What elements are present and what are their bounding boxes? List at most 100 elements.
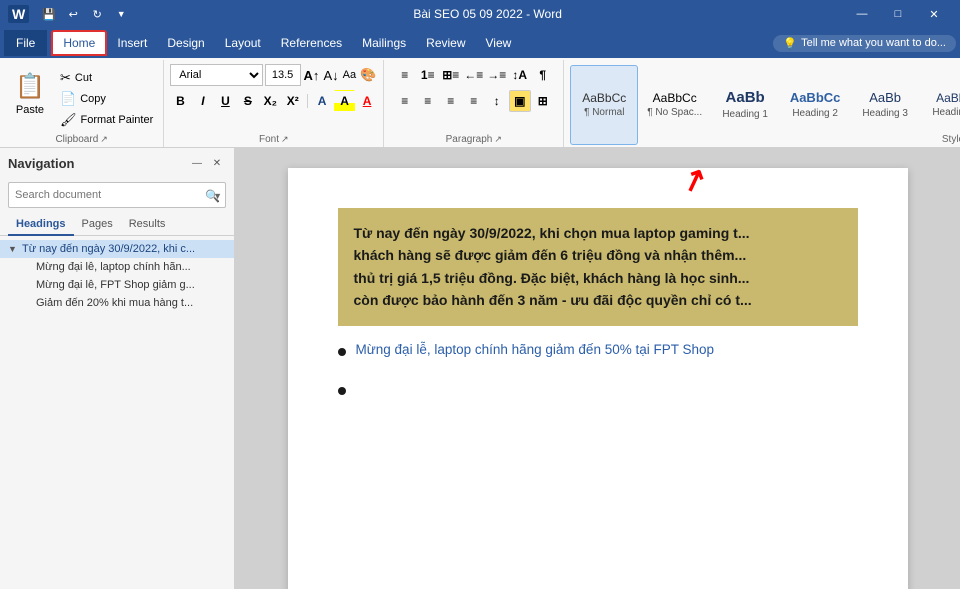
copy-button[interactable]: 📄 Copy [56, 89, 157, 109]
close-button[interactable]: ✕ [916, 0, 952, 28]
show-hide-button[interactable]: ¶ [532, 64, 554, 86]
menu-item-file[interactable]: File [4, 30, 47, 56]
font-color-button[interactable]: A [357, 90, 377, 112]
menu-item-review[interactable]: Review [416, 30, 475, 56]
menu-item-references[interactable]: References [271, 30, 352, 56]
align-left-button[interactable]: ≡ [394, 90, 416, 112]
nav-tab-pages[interactable]: Pages [74, 214, 121, 236]
align-right-button[interactable]: ≡ [440, 90, 462, 112]
menu-item-insert[interactable]: Insert [107, 30, 157, 56]
format-painter-label: Format Painter [81, 114, 154, 126]
text-highlight-color-button[interactable]: 🎨 [359, 65, 377, 85]
format-painter-button[interactable]: 🖌 Format Painter [56, 110, 157, 130]
format-painter-icon: 🖌 [60, 112, 77, 128]
style-heading3-label: Heading 3 [862, 108, 908, 119]
lightbulb-icon: 💡 [783, 37, 797, 50]
font-row1: Arial A↑ A↓ Aa 🎨 [170, 64, 377, 86]
style-normal-preview: AaBbCc [582, 91, 626, 105]
borders-button[interactable]: ⊞ [532, 90, 554, 112]
search-input[interactable] [8, 182, 226, 208]
search-dropdown-icon[interactable]: ▼ [213, 191, 222, 201]
nav-item-0[interactable]: ▼ Từ nay đến ngày 30/9/2022, khi c... [0, 240, 234, 258]
clipboard-items: ✂ Cut 📄 Copy 🖌 Format Painter [56, 64, 157, 130]
style-no-spacing[interactable]: AaBbCc ¶ No Spac... [640, 65, 709, 145]
nav-tabs: Headings Pages Results [0, 214, 234, 236]
shading-button[interactable]: ▣ [509, 90, 531, 112]
font-expand-icon[interactable]: ↗ [281, 134, 289, 145]
nav-header: Navigation — ✕ [0, 148, 234, 178]
nav-minimize-button[interactable]: — [188, 154, 206, 172]
text-highlight-button[interactable]: A [334, 90, 354, 112]
document-title: Bài SEO 05 09 2022 - Word [131, 7, 844, 21]
increase-indent-button[interactable]: →≡ [486, 64, 508, 86]
font-group: Arial A↑ A↓ Aa 🎨 B I U S X₂ X² A A A [164, 60, 384, 147]
menu-item-layout[interactable]: Layout [215, 30, 271, 56]
menu-item-view[interactable]: View [476, 30, 522, 56]
paragraph-expand-icon[interactable]: ↗ [494, 134, 502, 145]
bold-button[interactable]: B [170, 90, 190, 112]
nav-tab-headings[interactable]: Headings [8, 214, 74, 236]
justify-button[interactable]: ≡ [463, 90, 485, 112]
underline-button[interactable]: U [215, 90, 235, 112]
menu-item-mailings[interactable]: Mailings [352, 30, 416, 56]
strikethrough-button[interactable]: S [238, 90, 258, 112]
line-spacing-button[interactable]: ↕ [486, 90, 508, 112]
font-size-input[interactable] [265, 64, 301, 86]
bullet-link-1[interactable]: Mừng đại lễ, laptop chính hãng giảm đến … [356, 342, 715, 357]
style-heading-more[interactable]: AaBbC Heading... [921, 65, 960, 145]
nav-close-button[interactable]: ✕ [208, 154, 226, 172]
menu-item-home[interactable]: Home [51, 30, 107, 56]
multilevel-list-button[interactable]: ⊞≡ [440, 64, 462, 86]
tell-me-input[interactable]: 💡 Tell me what you want to do... [773, 35, 956, 52]
styles-items: AaBbCc ¶ Normal AaBbCc ¶ No Spac... AaBb… [570, 65, 960, 145]
paragraph-label: Paragraph ↗ [446, 132, 502, 145]
align-center-button[interactable]: ≡ [417, 90, 439, 112]
nav-item-1[interactable]: Mừng đại lễ, laptop chính hãn... [0, 258, 234, 276]
redo-icon[interactable]: ↻ [87, 4, 107, 24]
customize-qa-icon[interactable]: ▼ [111, 4, 131, 24]
decrease-indent-button[interactable]: ←≡ [463, 64, 485, 86]
para-controls: ≡ 1≡ ⊞≡ ←≡ →≡ ↕A ¶ ≡ ≡ ≡ ≡ ↕ ▣ ⊞ [394, 64, 554, 114]
paste-button[interactable]: 📋 Paste [6, 64, 54, 120]
style-heading3[interactable]: AaBb Heading 3 [851, 65, 919, 145]
text-effects-button[interactable]: A [312, 90, 332, 112]
numbering-button[interactable]: 1≡ [417, 64, 439, 86]
maximize-button[interactable]: □ [880, 0, 916, 28]
cut-button[interactable]: ✂ Cut [56, 68, 157, 88]
minimize-button[interactable]: — [844, 0, 880, 28]
font-label: Font ↗ [259, 132, 289, 145]
sort-button[interactable]: ↕A [509, 64, 531, 86]
italic-button[interactable]: I [193, 90, 213, 112]
bullet-section: Mừng đại lễ, laptop chính hãng giảm đến … [338, 342, 858, 395]
title-bar: W 💾 ↩ ↻ ▼ Bài SEO 05 09 2022 - Word — □ … [0, 0, 960, 28]
bullets-button[interactable]: ≡ [394, 64, 416, 86]
style-normal[interactable]: AaBbCc ¶ Normal [570, 65, 638, 145]
nav-tab-results[interactable]: Results [121, 214, 174, 236]
navigation-panel: Navigation — ✕ 🔍 ▼ Headings Pages Result… [0, 148, 235, 589]
cut-label: Cut [75, 72, 92, 84]
superscript-button[interactable]: X² [283, 90, 303, 112]
style-heading2-preview: AaBbCc [790, 90, 841, 106]
nav-controls: — ✕ [188, 154, 226, 172]
paste-icon: 📋 [12, 68, 48, 104]
menu-item-design[interactable]: Design [157, 30, 214, 56]
bullet-item-2 [338, 381, 858, 395]
clipboard-expand-icon[interactable]: ↗ [100, 134, 108, 145]
tell-me-text: Tell me what you want to do... [801, 37, 946, 49]
para-row1: ≡ 1≡ ⊞≡ ←≡ →≡ ↕A ¶ [394, 64, 554, 86]
bullet-dot-1 [338, 348, 346, 356]
menu-bar: File Home Insert Design Layout Reference… [0, 28, 960, 58]
undo-icon[interactable]: ↩ [63, 4, 83, 24]
style-heading1[interactable]: AaBb Heading 1 [711, 65, 779, 145]
font-group-label: Font [259, 134, 279, 145]
font-name-select[interactable]: Arial [170, 64, 262, 86]
font-size-increase-button[interactable]: A↑ [303, 65, 321, 85]
style-heading2[interactable]: AaBbCc Heading 2 [781, 65, 849, 145]
subscript-button[interactable]: X₂ [260, 90, 280, 112]
font-size-decrease-button[interactable]: A↓ [322, 65, 339, 85]
nav-item-3[interactable]: Giảm đến 20% khi mua hàng t... [0, 294, 234, 312]
app-body: Navigation — ✕ 🔍 ▼ Headings Pages Result… [0, 148, 960, 589]
nav-item-2[interactable]: Mừng đại lễ, FPT Shop giảm g... [0, 276, 234, 294]
change-case-button[interactable]: Aa [342, 65, 357, 85]
save-icon[interactable]: 💾 [39, 4, 59, 24]
